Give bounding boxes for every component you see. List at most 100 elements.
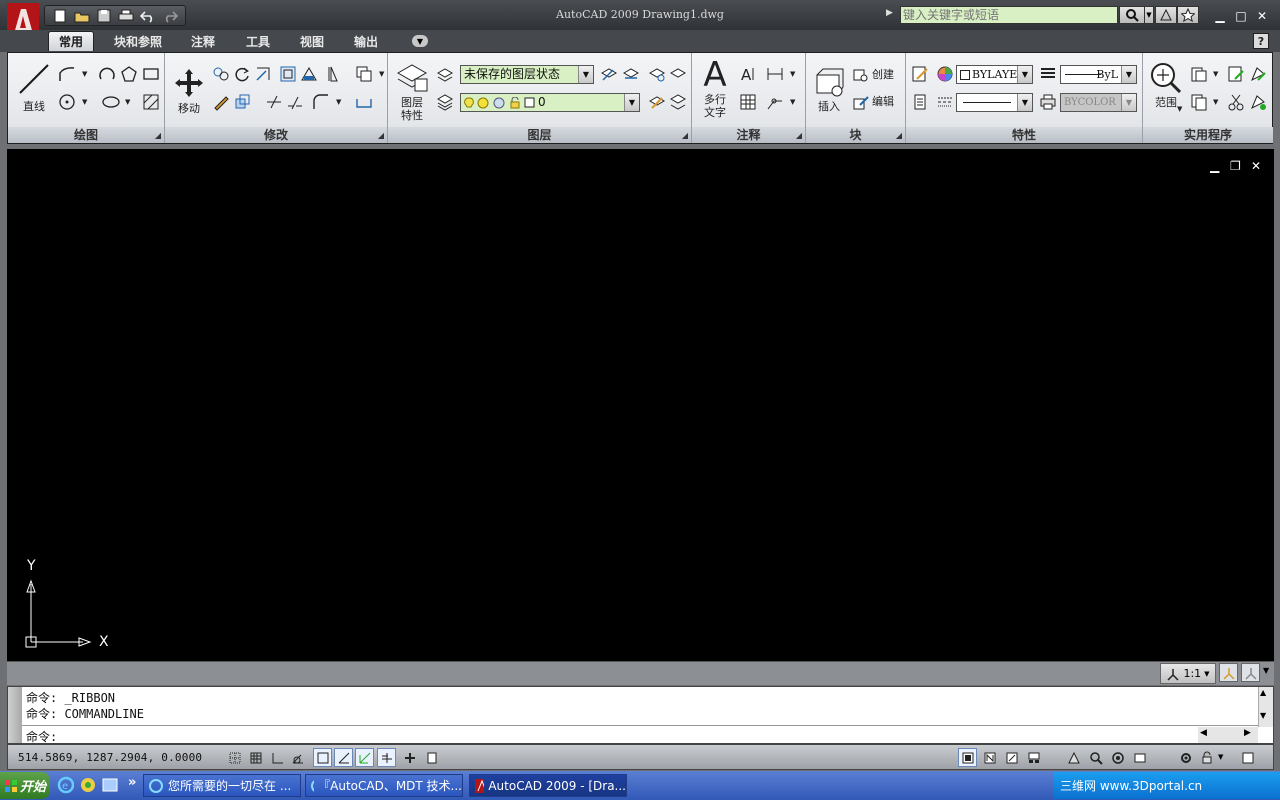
layout2-icon[interactable] [1002, 748, 1021, 767]
search-dropdown-icon[interactable]: ▼ [1144, 6, 1154, 24]
polyline-icon[interactable] [58, 65, 76, 83]
command-prompt[interactable]: 命令: [26, 728, 57, 745]
status-menu-dropdown-icon[interactable]: ▼ [1218, 753, 1223, 761]
mtext-button[interactable]: A 多行 文字 [696, 57, 734, 119]
polygon-icon[interactable] [120, 65, 138, 83]
print-icon[interactable] [117, 8, 135, 24]
array-icon[interactable] [321, 65, 339, 83]
scroll-up-icon[interactable]: ▲ [1260, 688, 1266, 697]
join-icon[interactable] [355, 93, 373, 111]
show-lineweight-icon[interactable] [400, 748, 419, 767]
desktop-quicklaunch-icon[interactable] [100, 775, 119, 794]
layer-previous-icon[interactable] [600, 65, 618, 83]
draw-expand-icon[interactable]: ◢ [155, 131, 161, 140]
offset-dropdown-icon[interactable]: ▼ [379, 70, 384, 78]
ellipse-icon[interactable] [102, 93, 120, 111]
leader-icon[interactable] [766, 93, 784, 111]
ribbon-minimize-icon[interactable]: ▼ [412, 35, 428, 47]
layout-bar-dropdown-icon[interactable]: ▼ [1263, 666, 1269, 675]
fillet-dropdown-icon[interactable]: ▼ [336, 98, 341, 106]
ellipse-dropdown-icon[interactable]: ▼ [125, 98, 130, 106]
quick-calc-icon[interactable] [1227, 65, 1245, 83]
tab-annotate[interactable]: 注释 [180, 31, 226, 51]
undo-icon[interactable] [139, 8, 157, 24]
layer-isolate-icon[interactable] [622, 65, 640, 83]
drawing-close-button[interactable]: ✕ [1251, 159, 1261, 173]
tab-view[interactable]: 视图 [289, 31, 335, 51]
quick-properties-icon[interactable] [422, 748, 441, 767]
taskbar-item-browser-2[interactable]: 『AutoCAD、MDT 技术... [305, 774, 463, 797]
layer-off-icon[interactable] [648, 65, 666, 83]
search-expand-icon[interactable]: ▶ [886, 8, 893, 18]
polyline-dropdown-icon[interactable]: ▼ [82, 70, 87, 78]
object-snap-tracking-icon[interactable] [334, 748, 353, 767]
dynamic-input-icon[interactable] [377, 748, 396, 767]
search-input[interactable] [900, 6, 1118, 24]
polar-tracking-icon[interactable] [288, 748, 307, 767]
zoom-extents-button[interactable]: 范围 [1147, 61, 1185, 109]
edit-block-label[interactable]: 编辑 [872, 95, 894, 108]
scroll-right-icon[interactable]: ▶ [1244, 728, 1251, 738]
explode-icon[interactable] [233, 93, 251, 111]
scroll-down-icon[interactable]: ▼ [1260, 711, 1266, 720]
circle-dropdown-icon[interactable]: ▼ [82, 98, 87, 106]
tab-output[interactable]: 输出 [343, 31, 389, 51]
showmotion-icon[interactable] [1130, 748, 1149, 767]
ie-quicklaunch-icon[interactable]: e [56, 775, 75, 794]
fillet-icon[interactable] [312, 93, 330, 111]
save-icon[interactable] [95, 8, 113, 24]
favorites-star-icon[interactable] [1177, 6, 1199, 24]
hatch-icon[interactable] [142, 93, 160, 111]
model-space-icon[interactable] [958, 748, 977, 767]
plot-style-icon[interactable] [1039, 93, 1057, 111]
lineweight-combo[interactable]: ByL ▼ [1060, 65, 1137, 84]
cut-icon[interactable] [1227, 93, 1245, 111]
taskbar-item-autocad[interactable]: AutoCAD 2009 - [Dra... [469, 774, 627, 797]
tab-tools[interactable]: 工具 [235, 31, 281, 51]
block-expand-icon[interactable]: ◢ [896, 131, 902, 140]
layer-walk-icon[interactable] [669, 93, 687, 111]
copy-clip-dropdown-icon[interactable]: ▼ [1213, 98, 1218, 106]
circle-icon[interactable] [58, 93, 76, 111]
paste-dropdown-icon[interactable]: ▼ [1213, 70, 1218, 78]
layer-state-combo[interactable]: 未保存的图层状态 ▼ [460, 65, 594, 84]
redo-icon[interactable] [161, 8, 179, 24]
create-block-icon[interactable] [852, 66, 870, 84]
object-snap-icon[interactable] [313, 748, 332, 767]
steering-wheel-icon[interactable] [1108, 748, 1127, 767]
match-properties-icon[interactable] [911, 65, 929, 83]
layout1-icon[interactable] [980, 748, 999, 767]
arc-icon[interactable] [98, 65, 116, 83]
mirror-icon[interactable] [279, 65, 297, 83]
edit-block-icon[interactable] [852, 93, 870, 111]
drawing-viewport[interactable]: ▁ ❐ ✕ Y X [7, 149, 1274, 661]
measure-icon[interactable] [1249, 65, 1267, 83]
tab-blocks-references[interactable]: 块和参照 [106, 31, 170, 51]
command-line-grip[interactable] [8, 687, 22, 743]
quicklaunch-overflow-icon[interactable]: » [128, 775, 136, 790]
layer-properties-button[interactable]: 图层 特性 [392, 59, 432, 122]
break-icon[interactable] [286, 93, 304, 111]
dynamic-ucs-icon[interactable] [355, 748, 374, 767]
rectangle-icon[interactable] [142, 65, 160, 83]
table-icon[interactable] [739, 93, 757, 111]
drawing-minimize-button[interactable]: ▁ [1210, 159, 1219, 173]
tab-home[interactable]: 常用 [48, 31, 94, 51]
open-folder-icon[interactable] [73, 8, 91, 24]
communication-center-icon[interactable] [1155, 6, 1177, 24]
color-combo[interactable]: BYLAYER ▼ [956, 65, 1033, 84]
modify-expand-icon[interactable]: ◢ [378, 131, 384, 140]
help-icon[interactable]: ? [1253, 33, 1269, 49]
layer-match-icon[interactable] [648, 93, 666, 111]
lineweight-icon[interactable] [1039, 65, 1057, 83]
dimension-dropdown-icon[interactable]: ▼ [790, 70, 795, 78]
extend-icon[interactable] [265, 93, 283, 111]
taskbar-item-browser-1[interactable]: 您所需要的一切尽在 ... [143, 774, 301, 797]
create-block-label[interactable]: 创建 [872, 68, 894, 81]
linetype-icon[interactable] [936, 93, 954, 111]
list-icon[interactable] [911, 93, 929, 111]
erase-icon[interactable] [212, 93, 230, 111]
layout-manager-icon[interactable] [1024, 748, 1043, 767]
coordinates-readout[interactable]: 514.5869, 1287.2904, 0.0000 [18, 751, 202, 764]
offset-icon[interactable] [355, 65, 373, 83]
